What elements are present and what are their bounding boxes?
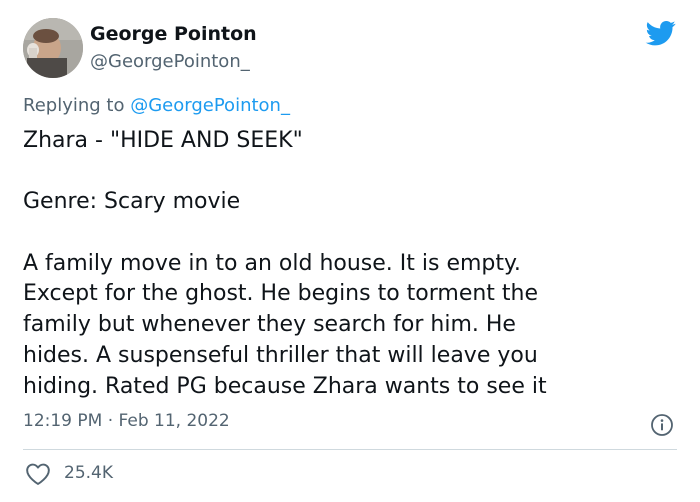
- tweet-description-line: A family move in to an old house. It is …: [23, 250, 521, 276]
- avatar-photo: [23, 18, 83, 78]
- tweet-description: A family move in to an old house. It is …: [23, 249, 683, 403]
- tweet-timestamp[interactable]: 12:19 PM · Feb 11, 2022: [23, 411, 230, 431]
- avatar[interactable]: [23, 18, 83, 78]
- like-count[interactable]: 25.4K: [64, 463, 113, 483]
- reply-mention-link[interactable]: @GeorgePointon_: [130, 95, 290, 116]
- tweet-description-line: hides. A suspenseful thriller that will …: [23, 342, 538, 368]
- author-handle[interactable]: @GeorgePointon_: [90, 51, 250, 72]
- tweet-date: Feb 11, 2022: [118, 411, 230, 431]
- info-icon[interactable]: [650, 413, 674, 437]
- timestamp-separator: ·: [107, 411, 114, 431]
- tweet-description-line: Except for the ghost. He begins to torme…: [23, 281, 539, 307]
- tweet-card: George Pointon @GeorgePointon_ Replying …: [0, 0, 700, 502]
- tweet-description-line: family but whenever they search for him.…: [23, 312, 516, 338]
- tweet-title-line: Zhara - "HIDE AND SEEK": [23, 128, 303, 153]
- tweet-text: Zhara - "HIDE AND SEEK" Genre: Scary mov…: [23, 126, 683, 402]
- tweet-genre-line: Genre: Scary movie: [23, 189, 241, 215]
- replying-to-line: Replying to @GeorgePointon_: [23, 95, 290, 116]
- tweet-description-line: hiding. Rated PG because Zhara wants to …: [23, 373, 547, 399]
- author-display-name[interactable]: George Pointon: [90, 23, 257, 45]
- divider: [23, 449, 677, 450]
- twitter-bird-icon[interactable]: [644, 18, 678, 48]
- tweet-time: 12:19 PM: [23, 411, 103, 431]
- replying-to-label: Replying to: [23, 95, 125, 116]
- heart-icon[interactable]: [25, 462, 51, 486]
